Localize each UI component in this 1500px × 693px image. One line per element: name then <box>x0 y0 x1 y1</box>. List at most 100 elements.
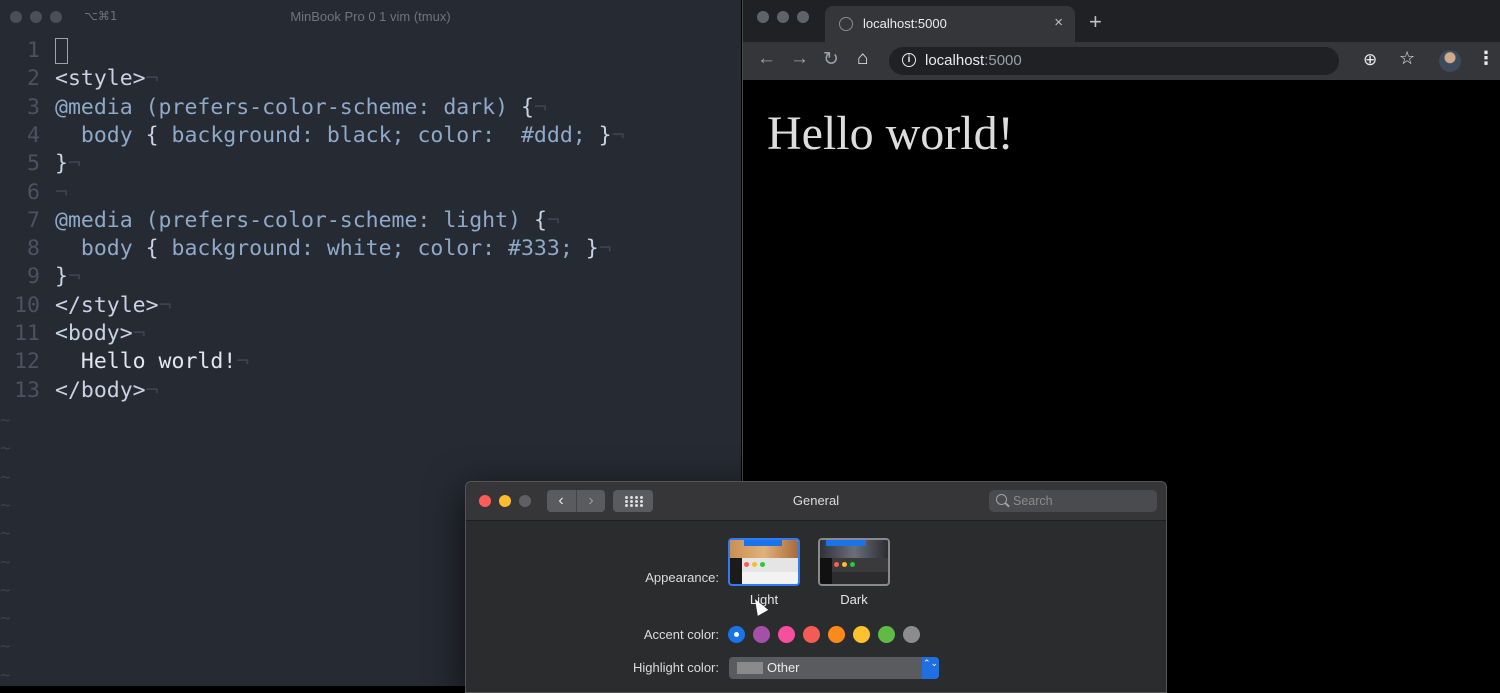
accent-color-swatch[interactable] <box>778 626 795 643</box>
code-token: </body> <box>55 377 146 403</box>
code-line: 13 </body>¬ <box>0 378 741 406</box>
selected-dot-icon <box>734 632 739 637</box>
url-port: :5000 <box>984 52 1022 69</box>
bookmark-star-icon[interactable]: ☆ <box>1399 48 1415 69</box>
code-text: </body>¬ <box>55 378 159 403</box>
code-token: } <box>598 122 612 148</box>
code-token: <style> <box>55 66 146 92</box>
terminal-titlebar: ⌥⌘1 MinBook Pro 0 1 vim (tmux) <box>0 0 741 34</box>
terminal-title: MinBook Pro 0 1 vim (tmux) <box>290 9 451 24</box>
line-number: 8 <box>27 236 40 262</box>
highlight-color-value: Other <box>767 660 800 675</box>
address-bar[interactable]: i localhost:5000 <box>889 47 1339 75</box>
code-text: }¬ <box>55 264 81 289</box>
code-line: 12 Hello world!¬ <box>0 349 741 377</box>
code-token: } <box>55 264 68 290</box>
accent-color-swatch[interactable] <box>903 626 920 643</box>
code-token: @media (prefers-color-scheme: dark) <box>55 94 521 120</box>
globe-icon <box>839 17 853 31</box>
code-token: body <box>55 236 146 262</box>
tab-title: localhost:5000 <box>863 16 947 31</box>
appearance-label: Appearance: <box>645 570 719 585</box>
code-text: <body>¬ <box>55 321 146 346</box>
empty-line-tilde: ~ <box>0 410 11 431</box>
code-text: ¬ <box>55 180 68 205</box>
code-token: } <box>585 236 599 262</box>
code-line: 6 ¬ <box>0 180 741 208</box>
profile-avatar[interactable] <box>1439 50 1461 72</box>
zoom-icon[interactable]: ⊕ <box>1363 50 1377 70</box>
code-line: 4 body { background: black; color: #ddd;… <box>0 123 741 151</box>
close-button[interactable] <box>757 11 769 23</box>
code-text <box>55 38 68 66</box>
forward-button[interactable]: → <box>790 48 809 70</box>
code-token: Hello world! <box>55 349 237 375</box>
empty-line-tilde: ~ <box>0 579 11 601</box>
appearance-dark-option[interactable] <box>818 538 890 586</box>
code-token: } <box>55 151 68 177</box>
code-line: 1 <box>0 38 741 66</box>
search-icon <box>996 494 1007 505</box>
close-tab-icon[interactable]: × <box>1054 14 1063 31</box>
code-line: 8 body { background: white; color: #333;… <box>0 236 741 264</box>
text-cursor <box>55 38 68 64</box>
code-line: 5}¬ <box>0 151 741 179</box>
code-token: ¬ <box>236 349 250 375</box>
empty-line-tilde: ~ <box>0 523 11 545</box>
code-token: @media (prefers-color-scheme: light) <box>55 207 534 233</box>
code-line: 7 @media (prefers-color-scheme: light) {¬ <box>0 208 741 236</box>
page-heading: Hello world! <box>767 107 1014 160</box>
line-number: 13 <box>14 377 40 403</box>
code-token: ¬ <box>158 292 172 318</box>
code-token: background: black; color: #ddd; <box>171 122 599 148</box>
highlight-color-label: Highlight color: <box>633 660 719 675</box>
code-token: ¬ <box>145 66 159 92</box>
highlight-color-select[interactable]: Other ⌃⌄ <box>729 657 939 679</box>
accent-color-swatch[interactable] <box>828 626 845 643</box>
search-field[interactable]: Search <box>989 490 1157 512</box>
line-number: 11 <box>14 321 40 346</box>
info-icon[interactable]: i <box>902 53 916 67</box>
zoom-button[interactable] <box>797 11 809 23</box>
code-text: </style>¬ <box>55 293 172 318</box>
empty-line-tilde: ~ <box>0 636 11 658</box>
accent-color-swatch[interactable] <box>753 626 770 643</box>
empty-line-tilde: ~ <box>0 466 11 488</box>
accent-color-swatch[interactable] <box>728 626 745 643</box>
tab-strip: localhost:5000 × + <box>743 0 1500 42</box>
back-button[interactable]: ← <box>757 48 776 70</box>
code-token: ¬ <box>55 179 68 205</box>
line-number: 12 <box>14 349 40 375</box>
code-token: { <box>145 122 172 148</box>
search-placeholder: Search <box>1013 494 1053 508</box>
accent-color-swatch[interactable] <box>853 626 870 643</box>
appearance-dark-label: Dark <box>840 592 868 607</box>
menu-icon[interactable]: ⋮ <box>1477 48 1495 69</box>
line-number: 9 <box>27 264 40 290</box>
tab-localhost[interactable]: localhost:5000 × <box>825 6 1075 42</box>
code-token: { <box>145 236 172 262</box>
highlight-color-chip <box>737 662 763 674</box>
appearance-light-option[interactable] <box>728 538 800 586</box>
reload-button[interactable]: ↻ <box>823 48 839 71</box>
code-line: 2 <style>¬ <box>0 66 741 94</box>
code-text: }¬ <box>55 151 81 176</box>
code-text: Hello world!¬ <box>55 349 249 374</box>
home-button[interactable]: ⌂ <box>857 48 868 70</box>
code-token: ¬ <box>67 264 81 290</box>
empty-line-tilde: ~ <box>0 494 11 516</box>
code-line: 9}¬ <box>0 264 741 292</box>
browser-toolbar: ← → ↻ ⌂ i localhost:5000 ⊕ ☆ ⋮ <box>743 42 1500 80</box>
url-text: localhost:5000 <box>925 52 1022 69</box>
code-line: 10 </style>¬ <box>0 293 741 321</box>
code-token: ¬ <box>132 321 146 346</box>
code-text: body { background: white; color: #333; }… <box>55 236 612 261</box>
new-tab-button[interactable]: + <box>1089 9 1102 35</box>
url-host: localhost <box>925 52 985 69</box>
code-token: background: white; color: #333; <box>171 236 586 262</box>
accent-color-swatch[interactable] <box>803 626 820 643</box>
line-number: 3 <box>27 94 40 120</box>
accent-color-swatch[interactable] <box>878 626 895 643</box>
minimize-button[interactable] <box>777 11 789 23</box>
code-token: ¬ <box>598 236 612 262</box>
